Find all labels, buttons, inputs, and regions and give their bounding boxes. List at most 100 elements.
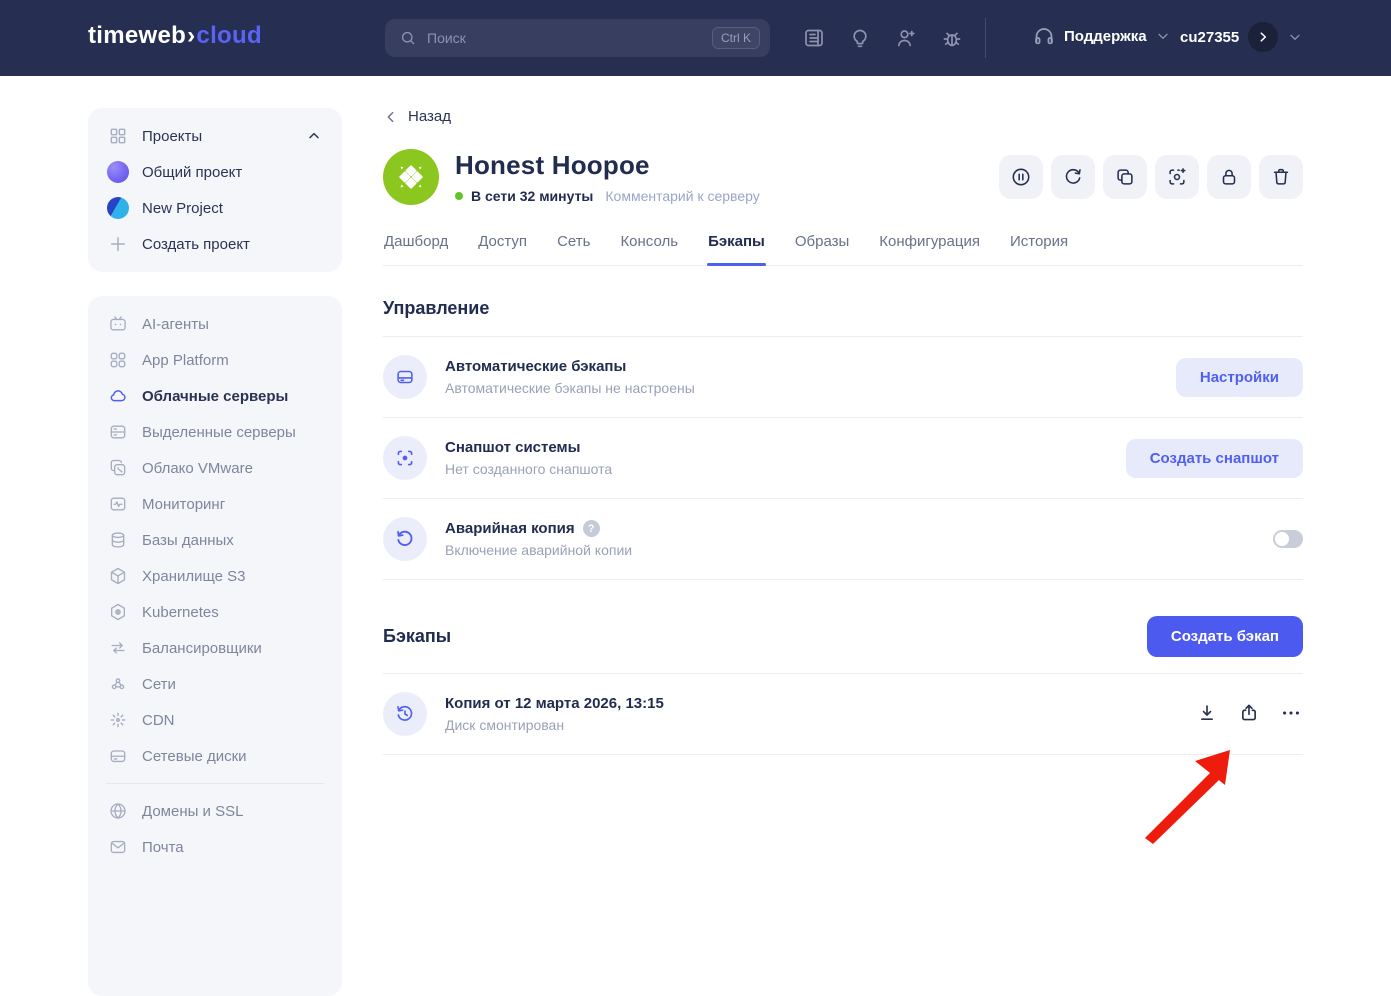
delete-server-button[interactable] <box>1259 155 1303 199</box>
export-backup-button[interactable] <box>1237 702 1261 726</box>
back-label: Назад <box>408 108 451 125</box>
restart-server-button[interactable] <box>1051 155 1095 199</box>
sidebar-item-label: Домены и SSL <box>142 802 244 820</box>
load-balancer-icon <box>111 642 125 654</box>
sidebar-item-label: AI-агенты <box>142 315 209 333</box>
settings-button[interactable]: Настройки <box>1175 357 1303 397</box>
timeweb-cloud-logo[interactable]: timeweb›cloud <box>88 22 262 50</box>
ai-agents-icon <box>110 316 126 331</box>
logo-chevron: › <box>187 22 196 49</box>
tab-console[interactable]: Консоль <box>619 233 679 265</box>
server-avatar-pattern <box>399 165 423 189</box>
row-subtitle: Автоматические бэкапы не настроены <box>445 380 695 396</box>
create-project-label: Создать проект <box>142 235 250 253</box>
networks-icon <box>111 678 125 690</box>
kubernetes-icon <box>111 603 126 621</box>
copy-icon <box>1117 169 1133 185</box>
projects-header[interactable]: Проекты <box>88 118 342 154</box>
tab-dashboard[interactable]: Дашборд <box>383 233 449 265</box>
server-comment-link[interactable]: Комментарий к серверу <box>605 188 759 204</box>
sidebar-item-s3-storage[interactable]: Хранилище S3 <box>88 558 342 594</box>
lock-server-button[interactable] <box>1207 155 1251 199</box>
drive-icon <box>383 355 427 399</box>
create-backup-button[interactable]: Создать бэкап <box>1146 616 1303 657</box>
account-menu[interactable]: cu27355 <box>1180 22 1303 52</box>
trash-icon <box>1273 168 1289 185</box>
globe-icon <box>110 803 126 819</box>
emergency-copy-toggle[interactable] <box>1273 530 1303 548</box>
tab-access[interactable]: Доступ <box>477 233 528 265</box>
help-icon[interactable] <box>582 520 600 537</box>
project-avatar <box>107 197 129 219</box>
restart-icon <box>1065 168 1081 184</box>
dedicated-server-icon <box>110 425 126 439</box>
sidebar-item-label: Сетевые диски <box>142 747 247 765</box>
tab-backups[interactable]: Бэкапы <box>707 233 766 266</box>
sidebar-item-label: Kubernetes <box>142 603 219 621</box>
snapshot-icon <box>383 436 427 480</box>
download-icon <box>1201 705 1213 720</box>
tab-configuration[interactable]: Конфигурация <box>878 233 981 265</box>
sidebar-item-vmware-cloud[interactable]: Облако VMware <box>88 450 342 486</box>
sidebar-item-project-general[interactable]: Общий проект <box>88 154 342 190</box>
download-backup-button[interactable] <box>1195 702 1219 726</box>
row-subtitle: Нет созданного снапшота <box>445 461 613 477</box>
search-shortcut-badge: Ctrl K <box>712 27 760 49</box>
sidebar-item-label: Выделенные серверы <box>142 423 296 441</box>
monitoring-icon <box>110 497 126 511</box>
sidebar-item-ai-agents[interactable]: AI-агенты <box>88 306 342 342</box>
sidebar-item-load-balancers[interactable]: Балансировщики <box>88 630 342 666</box>
back-link[interactable]: Назад <box>383 108 451 125</box>
ellipsis-icon <box>1283 711 1299 715</box>
project-label: Общий проект <box>142 163 243 181</box>
sidebar-item-dedicated-servers[interactable]: Выделенные серверы <box>88 414 342 450</box>
sidebar-item-cdn[interactable]: CDN <box>88 702 342 738</box>
mail-icon <box>110 840 126 854</box>
tab-images[interactable]: Образы <box>794 233 850 265</box>
sidebar-item-monitoring[interactable]: Мониторинг <box>88 486 342 522</box>
sidebar-item-label: CDN <box>142 711 175 729</box>
app-platform-icon <box>110 352 126 368</box>
chevron-right-icon <box>1260 32 1267 42</box>
create-snapshot-button-header[interactable] <box>1155 155 1199 199</box>
cdn-icon <box>110 712 126 728</box>
logo-text-primary: timeweb <box>88 22 187 49</box>
sidebar-item-cloud-servers[interactable]: Облачные серверы <box>88 378 342 414</box>
search-input[interactable]: Поиск Ctrl K <box>385 19 770 57</box>
auto-backups-row: Автоматические бэкапы Автоматические бэк… <box>383 337 1303 418</box>
backups-section-title: Бэкапы <box>383 626 452 646</box>
sidebar-item-databases[interactable]: Базы данных <box>88 522 342 558</box>
bug-report-icon[interactable] <box>940 26 964 50</box>
backup-subtitle: Диск смонтирован <box>445 717 565 733</box>
chevron-down-icon <box>1290 34 1300 40</box>
more-actions-button[interactable] <box>1279 702 1303 726</box>
sidebar-item-network-disks[interactable]: Сетевые диски <box>88 738 342 774</box>
navbar-divider <box>985 18 986 58</box>
chevron-left-icon <box>387 111 394 122</box>
tab-network[interactable]: Сеть <box>556 233 591 265</box>
pause-server-button[interactable] <box>999 155 1043 199</box>
plus-icon <box>111 237 125 251</box>
sidebar-item-project-new[interactable]: New Project <box>88 190 342 226</box>
create-project-button[interactable]: Создать проект <box>88 226 342 262</box>
row-subtitle: Включение аварийной копии <box>445 542 633 558</box>
sidebar-item-mail[interactable]: Почта <box>88 829 342 865</box>
invite-user-icon[interactable] <box>894 26 918 50</box>
sidebar-item-label: Базы данных <box>142 531 234 549</box>
news-icon[interactable] <box>802 26 826 50</box>
server-tabs: Дашборд Доступ Сеть Консоль Бэкапы Образ… <box>383 233 1303 266</box>
sidebar-item-domains-ssl[interactable]: Домены и SSL <box>88 793 342 829</box>
chevron-down-icon <box>1157 33 1168 39</box>
idea-lightbulb-icon[interactable] <box>848 26 872 50</box>
clone-server-button[interactable] <box>1103 155 1147 199</box>
support-menu[interactable]: Поддержка <box>1032 24 1171 48</box>
create-snapshot-button[interactable]: Создать снапшот <box>1125 438 1303 478</box>
tab-history[interactable]: История <box>1009 233 1069 265</box>
sidebar-item-networks[interactable]: Сети <box>88 666 342 702</box>
sidebar-item-app-platform[interactable]: App Platform <box>88 342 342 378</box>
backup-title: Копия от 12 марта 2026, 13:15 <box>445 695 664 712</box>
network-disk-icon <box>110 750 126 763</box>
project-avatar <box>107 161 129 183</box>
sidebar-item-kubernetes[interactable]: Kubernetes <box>88 594 342 630</box>
lock-icon <box>1222 169 1236 185</box>
